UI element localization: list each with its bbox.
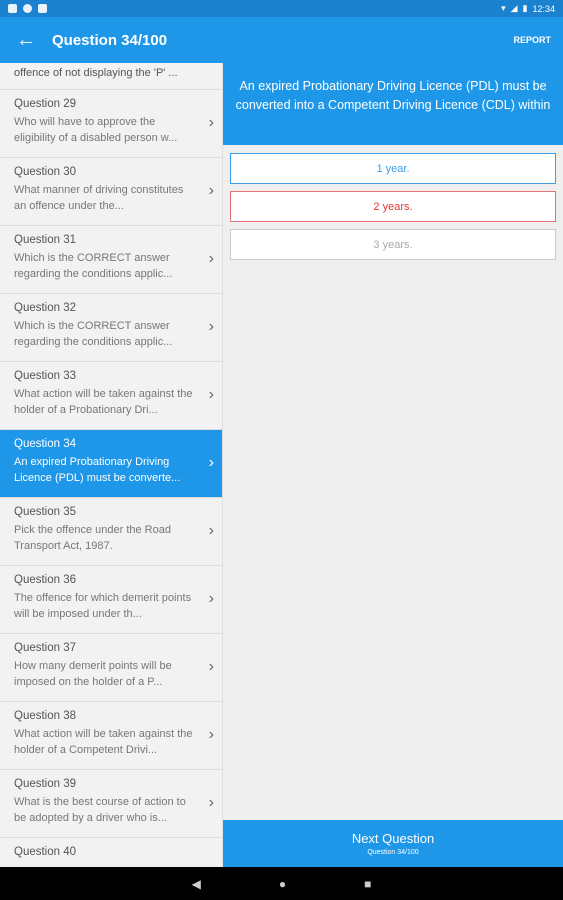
nav-back-icon[interactable]: ◀	[192, 877, 201, 891]
question-list-item-29[interactable]: Question 29 Who will have to approve the…	[0, 90, 222, 158]
list-item-title: Question 36	[14, 574, 77, 586]
question-text: An expired Probationary Driving Licence …	[223, 63, 563, 145]
question-panel: An expired Probationary Driving Licence …	[223, 63, 563, 867]
answer-option[interactable]: 3 years.	[230, 229, 556, 260]
wifi-icon: ▾	[501, 3, 506, 13]
list-item-text: Which is the CORRECT answer regarding th…	[14, 252, 173, 280]
list-item-title: Question 31	[14, 234, 77, 246]
question-list-item-36[interactable]: Question 36 The offence for which demeri…	[0, 566, 222, 634]
chevron-right-icon: ›	[208, 454, 214, 471]
list-item-text: Who will have to approve the eligibility…	[14, 116, 178, 144]
next-question-label: Next Question	[351, 831, 435, 846]
notification-icons	[8, 4, 47, 13]
chevron-right-icon: ›	[208, 318, 214, 335]
chevron-right-icon: ›	[208, 590, 214, 607]
chevron-right-icon: ›	[208, 386, 214, 403]
chevron-right-icon: ›	[208, 794, 214, 811]
list-item-text: What manner of driving constitutes an of…	[14, 184, 184, 212]
status-bar: ▾ ◢ ▮ 12:34	[0, 0, 563, 17]
list-item-title: Question 34	[14, 438, 77, 450]
notification-icon	[8, 4, 17, 13]
question-list-item-38[interactable]: Question 38 What action will be taken ag…	[0, 702, 222, 770]
chevron-right-icon: ›	[208, 522, 214, 539]
chevron-right-icon: ›	[208, 114, 214, 131]
battery-icon: ▮	[522, 3, 528, 13]
list-item-title: Question 35	[14, 506, 77, 518]
app-bar: ← Question 34/100 REPORT	[0, 17, 563, 63]
list-item-title: Question 38	[14, 710, 77, 722]
nav-recents-icon[interactable]: ■	[364, 877, 371, 891]
page-title: Question 34/100	[52, 31, 168, 49]
status-time: 12:34	[532, 3, 555, 14]
report-button[interactable]: REPORT	[513, 35, 551, 45]
list-item-title: Question 29	[14, 98, 77, 110]
signal-icon: ◢	[510, 3, 518, 13]
chevron-right-icon: ›	[208, 250, 214, 267]
list-item-text: Which is the CORRECT answer regarding th…	[14, 320, 173, 348]
list-item-text: What action will be taken against the ho…	[14, 388, 193, 416]
question-list-item-34-active[interactable]: Question 34 An expired Probationary Driv…	[0, 430, 222, 498]
list-item-title: Question 30	[14, 166, 77, 178]
notification-icon	[38, 4, 47, 13]
list-item-title: Question 32	[14, 302, 77, 314]
list-item-text: Pick the offence under the Road Transpor…	[14, 524, 171, 552]
list-item-text: The offence for which demerit points wil…	[14, 592, 192, 620]
list-item-text: How many demerit points will be imposed …	[14, 660, 172, 688]
list-item-text: What action will be taken against the ho…	[14, 728, 193, 756]
list-item-text: What is the best course of action to be …	[14, 796, 186, 824]
answer-options: 1 year. 2 years. 3 years.	[223, 145, 563, 275]
list-item-title: Question 39	[14, 778, 77, 790]
list-item-text: An expired Probationary Driving Licence …	[14, 456, 181, 484]
system-nav-bar: ◀ ● ■	[0, 867, 563, 900]
chevron-right-icon: ›	[208, 726, 214, 743]
answer-option-correct[interactable]: 1 year.	[230, 153, 556, 184]
question-list-item-30[interactable]: Question 30 What manner of driving const…	[0, 158, 222, 226]
question-list-item-35[interactable]: Question 35 Pick the offence under the R…	[0, 498, 222, 566]
chevron-right-icon: ›	[208, 658, 214, 675]
list-item-partial: offence of not displaying the 'P' ...	[0, 63, 222, 90]
list-item-title: Question 37	[14, 642, 77, 654]
list-item-title: Question 33	[14, 370, 77, 382]
question-list-item-37[interactable]: Question 37 How many demerit points will…	[0, 634, 222, 702]
question-list-item-32[interactable]: Question 32 Which is the CORRECT answer …	[0, 294, 222, 362]
question-list-item-31[interactable]: Question 31 Which is the CORRECT answer …	[0, 226, 222, 294]
question-list[interactable]: offence of not displaying the 'P' ... Qu…	[0, 63, 223, 867]
chevron-right-icon: ›	[208, 182, 214, 199]
question-list-item-33[interactable]: Question 33 What action will be taken ag…	[0, 362, 222, 430]
answer-option-wrong[interactable]: 2 years.	[230, 191, 556, 222]
question-progress-label: Question 34/100	[367, 849, 419, 856]
question-list-item-40[interactable]: Question 40	[0, 838, 222, 867]
question-list-item-39[interactable]: Question 39 What is the best course of a…	[0, 770, 222, 838]
back-arrow-icon[interactable]: ←	[0, 17, 52, 63]
list-item-title: Question 40	[14, 846, 77, 858]
nav-home-icon[interactable]: ●	[279, 877, 286, 891]
next-question-button[interactable]: Next Question Question 34/100	[223, 820, 563, 867]
notification-icon	[23, 4, 32, 13]
